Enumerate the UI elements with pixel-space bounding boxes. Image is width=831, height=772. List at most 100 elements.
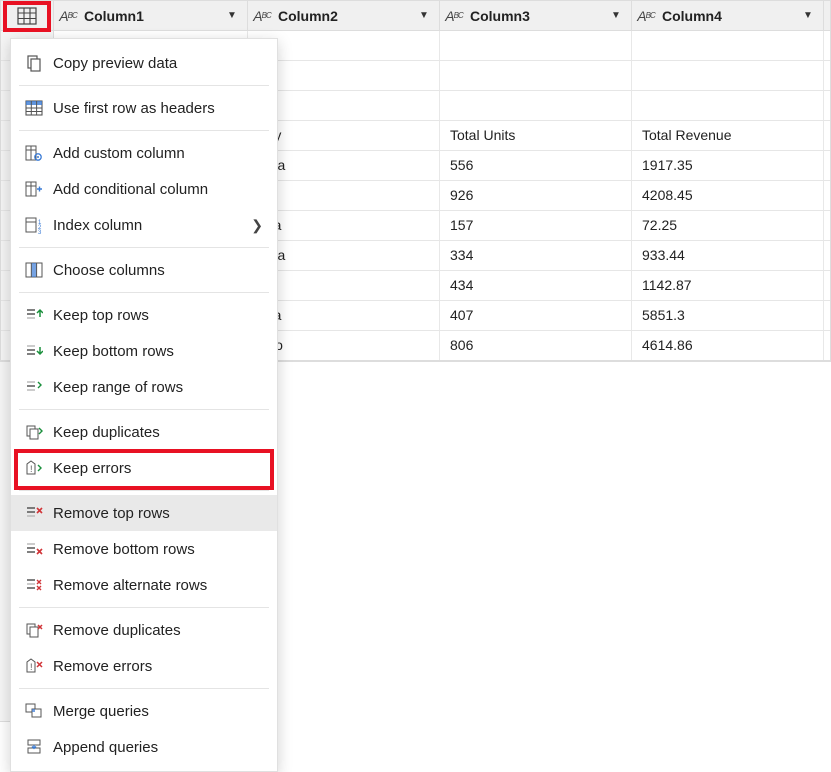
cell[interactable]: 334 bbox=[440, 241, 632, 270]
menu-remove-alternate-rows[interactable]: Remove alternate rows bbox=[11, 567, 277, 603]
conditional-column-icon bbox=[21, 180, 47, 198]
cell[interactable]: 5851.3 bbox=[632, 301, 824, 330]
menu-keep-range-of-rows[interactable]: Keep range of rows bbox=[11, 369, 277, 405]
column-header-1[interactable]: ABC Column1 ▼ bbox=[54, 1, 248, 30]
menu-separator bbox=[19, 247, 269, 248]
menu-keep-errors[interactable]: ! Keep errors bbox=[11, 450, 277, 486]
copy-icon bbox=[21, 54, 47, 72]
keep-range-rows-icon bbox=[21, 379, 47, 395]
table-icon bbox=[17, 7, 37, 25]
menu-remove-bottom-rows[interactable]: Remove bottom rows bbox=[11, 531, 277, 567]
column-header-4[interactable]: ABC Column4 ▼ bbox=[632, 1, 824, 30]
menu-remove-errors[interactable]: ! Remove errors bbox=[11, 648, 277, 684]
menu-merge-queries[interactable]: Merge queries bbox=[11, 693, 277, 729]
menu-keep-duplicates[interactable]: Keep duplicates bbox=[11, 414, 277, 450]
menu-label: Keep bottom rows bbox=[53, 343, 174, 360]
filter-dropdown-icon[interactable]: ▼ bbox=[799, 1, 817, 30]
remove-top-rows-icon bbox=[21, 505, 47, 521]
cell[interactable]: 926 bbox=[440, 181, 632, 210]
menu-label: Copy preview data bbox=[53, 55, 177, 72]
menu-remove-duplicates[interactable]: Remove duplicates bbox=[11, 612, 277, 648]
filter-dropdown-icon[interactable]: ▼ bbox=[223, 1, 241, 30]
menu-label: Append queries bbox=[53, 739, 158, 756]
keep-top-rows-icon bbox=[21, 307, 47, 323]
column-header-3[interactable]: ABC Column3 ▼ bbox=[440, 1, 632, 30]
abc-type-icon: ABC bbox=[440, 8, 468, 24]
menu-label: Remove duplicates bbox=[53, 622, 181, 639]
cell[interactable]: 72.25 bbox=[632, 211, 824, 240]
menu-label: Keep top rows bbox=[53, 307, 149, 324]
choose-columns-icon bbox=[21, 262, 47, 278]
svg-text:3: 3 bbox=[38, 230, 42, 234]
index-column-icon: 123 bbox=[21, 216, 47, 234]
menu-keep-bottom-rows[interactable]: Keep bottom rows bbox=[11, 333, 277, 369]
column-header-2[interactable]: ABC Column2 ▼ bbox=[248, 1, 440, 30]
column-header-label: Column3 bbox=[468, 8, 530, 24]
cell[interactable]: 434 bbox=[440, 271, 632, 300]
menu-separator bbox=[19, 130, 269, 131]
submenu-chevron-icon: ❯ bbox=[251, 217, 263, 234]
menu-separator bbox=[19, 607, 269, 608]
menu-label: Index column bbox=[53, 217, 142, 234]
cell[interactable]: 1142.87 bbox=[632, 271, 824, 300]
menu-separator bbox=[19, 85, 269, 86]
menu-label: Remove errors bbox=[53, 658, 152, 675]
table-menu-button[interactable] bbox=[1, 1, 54, 30]
table-header-icon bbox=[21, 100, 47, 116]
menu-add-conditional-column[interactable]: Add conditional column bbox=[11, 171, 277, 207]
remove-alternate-rows-icon bbox=[21, 577, 47, 593]
menu-add-custom-column[interactable]: Add custom column bbox=[11, 135, 277, 171]
menu-label: Choose columns bbox=[53, 262, 165, 279]
abc-type-icon: ABC bbox=[632, 8, 660, 24]
cell[interactable]: 4208.45 bbox=[632, 181, 824, 210]
cell[interactable] bbox=[440, 91, 632, 120]
merge-queries-icon bbox=[21, 702, 47, 720]
menu-label: Remove alternate rows bbox=[53, 577, 207, 594]
menu-label: Keep errors bbox=[53, 460, 131, 477]
menu-use-first-row-as-headers[interactable]: Use first row as headers bbox=[11, 90, 277, 126]
menu-label: Remove bottom rows bbox=[53, 541, 195, 558]
cell[interactable]: 4614.86 bbox=[632, 331, 824, 360]
menu-separator bbox=[19, 409, 269, 410]
menu-append-queries[interactable]: Append queries bbox=[11, 729, 277, 765]
menu-separator bbox=[19, 688, 269, 689]
cell[interactable]: 1917.35 bbox=[632, 151, 824, 180]
menu-label: Remove top rows bbox=[53, 505, 170, 522]
cell[interactable]: 806 bbox=[440, 331, 632, 360]
menu-label: Add conditional column bbox=[53, 181, 208, 198]
append-queries-icon bbox=[21, 738, 47, 756]
cell[interactable] bbox=[440, 31, 632, 60]
cell[interactable] bbox=[440, 61, 632, 90]
cell[interactable]: 556 bbox=[440, 151, 632, 180]
remove-duplicates-icon bbox=[21, 622, 47, 638]
menu-choose-columns[interactable]: Choose columns bbox=[11, 252, 277, 288]
cell[interactable]: 933.44 bbox=[632, 241, 824, 270]
keep-bottom-rows-icon bbox=[21, 343, 47, 359]
abc-type-icon: ABC bbox=[54, 8, 82, 24]
header-row: ABC Column1 ▼ ABC Column2 ▼ ABC Column3 … bbox=[1, 1, 830, 31]
table-context-menu: Copy preview data Use first row as heade… bbox=[10, 38, 278, 772]
cell[interactable]: 157 bbox=[440, 211, 632, 240]
menu-copy-preview-data[interactable]: Copy preview data bbox=[11, 45, 277, 81]
keep-duplicates-icon bbox=[21, 424, 47, 440]
remove-errors-icon: ! bbox=[21, 658, 47, 674]
abc-type-icon: ABC bbox=[248, 8, 276, 24]
filter-dropdown-icon[interactable]: ▼ bbox=[415, 1, 433, 30]
cell[interactable] bbox=[632, 31, 824, 60]
cell[interactable] bbox=[632, 91, 824, 120]
menu-label: Keep range of rows bbox=[53, 379, 183, 396]
menu-label: Keep duplicates bbox=[53, 424, 160, 441]
cell[interactable]: Total Units bbox=[440, 121, 632, 150]
menu-index-column[interactable]: 123 Index column ❯ bbox=[11, 207, 277, 243]
menu-separator bbox=[19, 490, 269, 491]
menu-remove-top-rows[interactable]: Remove top rows bbox=[11, 495, 277, 531]
cell[interactable]: Total Revenue bbox=[632, 121, 824, 150]
cell[interactable] bbox=[632, 61, 824, 90]
menu-label: Merge queries bbox=[53, 703, 149, 720]
menu-keep-top-rows[interactable]: Keep top rows bbox=[11, 297, 277, 333]
menu-label: Use first row as headers bbox=[53, 100, 215, 117]
column-header-label: Column2 bbox=[276, 8, 338, 24]
cell[interactable]: 407 bbox=[440, 301, 632, 330]
svg-text:!: ! bbox=[30, 464, 33, 474]
filter-dropdown-icon[interactable]: ▼ bbox=[607, 1, 625, 30]
